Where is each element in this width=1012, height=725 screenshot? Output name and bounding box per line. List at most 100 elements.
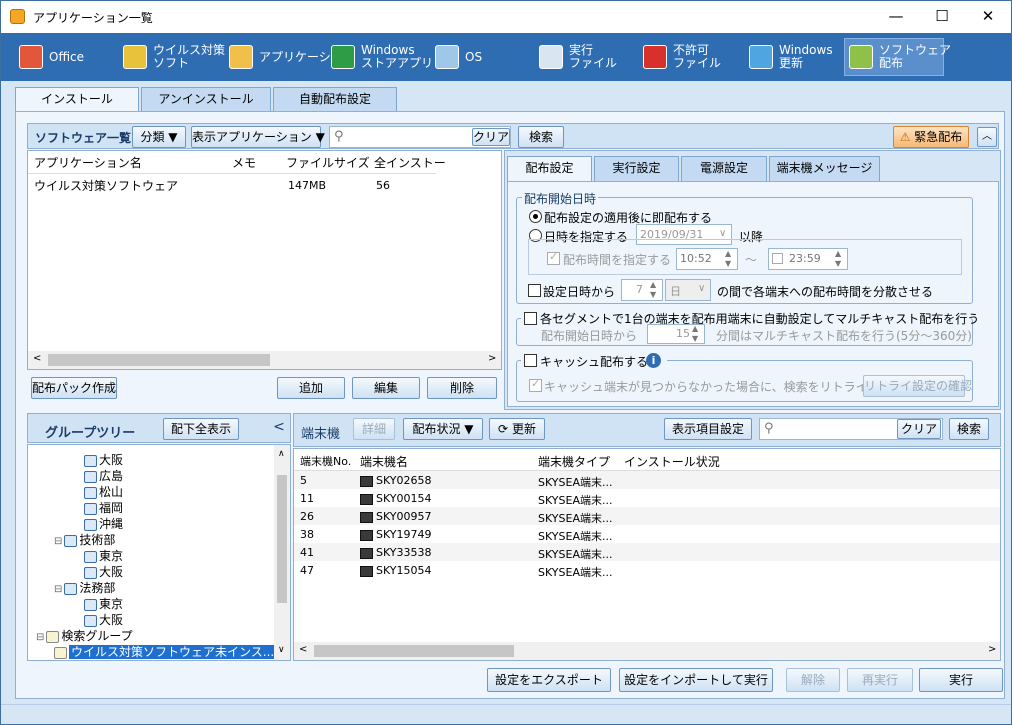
list-item[interactable]: ウイルス対策ソフトウェア 147MB 56 [28, 175, 436, 193]
table-row[interactable]: 26 SKY00957 SKYSEA端末... [294, 507, 1000, 525]
table-row[interactable]: 41 SKY33538 SKYSEA端末... [294, 543, 1000, 561]
table-row[interactable]: 47 SKY15054 SKYSEA端末... [294, 561, 1000, 579]
col-app-name[interactable]: アプリケーション名 [34, 154, 142, 171]
time-to-spinner[interactable]: 23:59 ▲ ▼ [768, 248, 848, 270]
file-size-cell: 147MB [288, 179, 327, 192]
software-list: アプリケーション名 メモ ファイルサイズ 全インストー ウイルス対策ソフトウェア… [27, 150, 502, 370]
ribbon-item[interactable]: Office [15, 38, 109, 76]
ribbon-item[interactable]: Windows ストアアプリ [327, 38, 433, 76]
retry-settings-button[interactable]: リトライ設定の確認 [863, 375, 972, 397]
tree-node[interactable]: 大阪 [84, 563, 123, 580]
emergency-distribution-button[interactable]: ⚠ 緊急配布 [893, 126, 969, 148]
col-terminal-no[interactable]: 端末機No. [300, 453, 351, 469]
tree-node[interactable]: 東京 [84, 595, 123, 612]
ribbon-item[interactable]: ソフトウェア 配布 [844, 38, 951, 76]
display-app-dropdown[interactable]: 表示アプリケーション ▼ [191, 126, 325, 148]
info-icon[interactable]: i [646, 353, 661, 368]
ribbon-item[interactable]: OS [431, 38, 491, 76]
tree-node[interactable]: 大阪 [84, 451, 123, 468]
tab-install[interactable]: インストール [15, 87, 139, 112]
terminal-type-cell: SKYSEA端末... [538, 494, 613, 507]
category-dropdown[interactable]: 分類 ▼ [132, 126, 186, 148]
run-button[interactable]: 実行 [919, 668, 1003, 692]
tree-node[interactable]: 大阪 [84, 611, 123, 628]
ribbon-item[interactable]: Windows 更新 [745, 38, 837, 76]
release-button[interactable]: 解除 [786, 668, 840, 692]
cache-retry-checkbox[interactable]: ✓ [529, 377, 542, 392]
col-install-status[interactable]: インストール状況 [624, 453, 720, 470]
collapse-up-icon[interactable]: ︿ [977, 127, 997, 147]
terminal-clear-button[interactable]: クリア [897, 419, 941, 439]
immediate-radio[interactable] [529, 210, 542, 223]
specify-time-checkbox[interactable]: ✓ [547, 250, 560, 265]
tree-node[interactable]: ⊟ 検索グループ [36, 627, 133, 644]
col-terminal-type[interactable]: 端末機タイプ [538, 453, 610, 470]
tree-node[interactable]: ⊟ 技術部 [54, 531, 115, 548]
cache-retry-label: キャッシュ端末が見つからなかった場合に、検索をリトライする [544, 380, 892, 394]
multicast-minutes-spinner[interactable]: 15 ▲ ▼ [647, 324, 705, 344]
software-clear-button[interactable]: クリア [472, 128, 510, 146]
tab-auto-distribution[interactable]: 自動配布設定 [273, 87, 397, 111]
os-disc-icon [435, 45, 459, 69]
delete-button[interactable]: 削除 [427, 377, 497, 399]
computer-icon [360, 565, 373, 577]
tab-execution-settings[interactable]: 実行設定 [594, 156, 679, 181]
tab-power-settings[interactable]: 電源設定 [681, 156, 767, 181]
col-terminal-name[interactable]: 端末機名 [360, 453, 408, 470]
refresh-button[interactable]: ⟳ 更新 [489, 418, 545, 440]
tab-distribution-settings[interactable]: 配布設定 [507, 156, 592, 181]
ribbon-item[interactable]: 不許可 ファイル [639, 38, 731, 76]
tree-node[interactable]: ウイルス対策ソフトウェア未インス... [54, 643, 277, 660]
import-and-run-button[interactable]: 設定をインポートして実行 [619, 668, 773, 692]
detail-button[interactable]: 詳細 [353, 418, 395, 440]
collapse-icon[interactable]: ⊟ [54, 536, 62, 547]
tab-terminal-message[interactable]: 端末機メッセージ [769, 156, 880, 181]
rerun-button[interactable]: 再実行 [847, 668, 913, 692]
collapse-icon[interactable]: ⊟ [36, 632, 44, 643]
title-bar: アプリケーション一覧 — ☐ ✕ [1, 1, 1011, 33]
refresh-label: 更新 [511, 422, 536, 436]
terminal-horizontal-scrollbar[interactable]: < > [294, 642, 1000, 660]
display-items-button[interactable]: 表示項目設定 [664, 418, 752, 440]
tree-node[interactable]: 松山 [84, 483, 123, 500]
ribbon-item[interactable]: 実行 ファイル [535, 38, 627, 76]
ribbon-item[interactable]: ウイルス対策 ソフト [119, 38, 225, 76]
close-button[interactable]: ✕ [965, 1, 1011, 33]
add-button[interactable]: 追加 [277, 377, 345, 399]
spread-unit-select[interactable]: 日 ∨ [665, 279, 711, 301]
tree-node[interactable]: 福岡 [84, 499, 123, 516]
distribution-status-dropdown[interactable]: 配布状況 ▼ [403, 418, 483, 440]
export-settings-button[interactable]: 設定をエクスポート [487, 668, 611, 692]
software-search-button[interactable]: 検索 [518, 126, 564, 148]
spread-checkbox[interactable] [528, 284, 541, 297]
spread-days-spinner[interactable]: 7 ▲ ▼ [621, 279, 663, 301]
collapse-icon[interactable]: ⊟ [54, 584, 62, 595]
collapse-left-icon[interactable]: < [269, 415, 289, 441]
table-row[interactable]: 38 SKY19749 SKYSEA端末... [294, 525, 1000, 543]
terminal-search-button[interactable]: 検索 [949, 418, 989, 440]
tree-node[interactable]: 沖縄 [84, 515, 123, 532]
tree-node[interactable]: 東京 [84, 547, 123, 564]
show-all-button[interactable]: 配下全表示 [163, 418, 239, 440]
network-group-icon [84, 614, 97, 627]
minimize-button[interactable]: — [873, 1, 919, 33]
col-file-size[interactable]: ファイルサイズ [286, 154, 370, 171]
col-total-install[interactable]: 全インストー [374, 154, 446, 171]
ribbon-item[interactable]: アプリケーション [225, 38, 355, 76]
time-from-spinner[interactable]: 10:52 ▲ ▼ [676, 248, 738, 270]
table-row[interactable]: 11 SKY00154 SKYSEA端末... [294, 489, 1000, 507]
edit-button[interactable]: 編集 [352, 377, 420, 399]
multicast-checkbox[interactable] [524, 312, 537, 325]
tab-uninstall[interactable]: アンインストール [141, 87, 271, 111]
maximize-button[interactable]: ☐ [919, 1, 965, 33]
network-group-icon [84, 502, 97, 515]
vertical-scrollbar[interactable]: ∧ ∨ [274, 445, 290, 660]
horizontal-scrollbar[interactable]: < > [28, 351, 501, 369]
cache-checkbox[interactable] [524, 354, 537, 367]
table-row[interactable]: 5 SKY02658 SKYSEA端末... [294, 471, 1000, 489]
tree-node[interactable]: 広島 [84, 467, 123, 484]
multicast-suffix-label: 分間はマルチキャスト配布を行う(5分〜360分) [716, 329, 972, 343]
col-memo[interactable]: メモ [232, 154, 256, 171]
tree-node[interactable]: ⊟ 法務部 [54, 579, 115, 596]
create-distribution-pack-button[interactable]: 配布パック作成 [31, 377, 117, 399]
